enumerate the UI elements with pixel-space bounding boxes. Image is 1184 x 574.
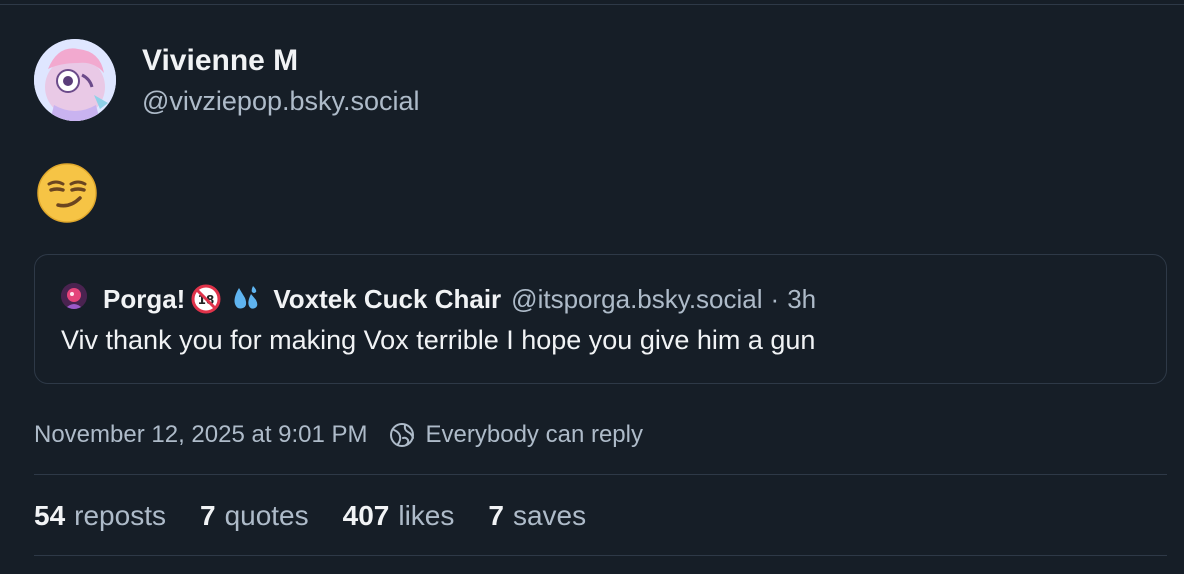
quoted-post-time[interactable]: 3h <box>787 284 816 315</box>
quoted-author-handle[interactable]: @itsporga.bsky.social <box>511 284 762 315</box>
stats-divider <box>34 555 1167 556</box>
smirking-face-icon <box>37 163 97 223</box>
quotes-label: quotes <box>224 500 309 531</box>
quoted-author-avatar[interactable] <box>61 283 87 309</box>
meta-divider <box>34 474 1167 475</box>
reposts-stat[interactable]: 54 reposts <box>34 500 166 532</box>
reposts-count: 54 <box>34 500 66 531</box>
quoted-post-card[interactable]: Porga! 18 Voxtek Cuck Chair @itsporga.bs… <box>34 254 1167 384</box>
quotes-stat[interactable]: 7 quotes <box>200 500 309 532</box>
post-timestamp: November 12, 2025 at 9:01 PM <box>34 421 368 448</box>
quoted-post-header: Porga! 18 Voxtek Cuck Chair @itsporga.bs… <box>103 283 816 315</box>
reply-settings-label: Everybody can reply <box>425 421 643 448</box>
author-handle[interactable]: @vivziepop.bsky.social <box>142 86 420 117</box>
globe-icon <box>389 423 414 447</box>
quoted-author-display-name-rest[interactable]: Voxtek Cuck Chair <box>273 284 501 315</box>
post-body <box>36 162 106 223</box>
quotes-count: 7 <box>199 500 216 531</box>
engagement-stats: 54 reposts 7 quotes 407 likes 7 saves <box>34 497 620 535</box>
post-meta: November 12, 2025 at 9:01 PM Everybody c… <box>34 418 643 452</box>
no-one-under-eighteen-icon: 18 <box>191 284 221 314</box>
post-thread-item: Vivienne M @vivziepop.bsky.social Porga! <box>0 0 1184 574</box>
reposts-label: reposts <box>74 500 166 531</box>
separator-dot: · <box>770 283 780 314</box>
saves-count: 7 <box>488 500 504 531</box>
avatar[interactable] <box>34 39 116 121</box>
avatar-illustration-icon <box>34 39 116 121</box>
saves-stat[interactable]: 7 saves <box>488 500 586 532</box>
quoted-author-name[interactable]: Porga! <box>103 284 185 315</box>
likes-label: likes <box>398 500 455 531</box>
quoted-post-text: Viv thank you for making Vox terrible I … <box>61 325 816 355</box>
avatar-illustration-icon <box>61 283 87 309</box>
reply-settings-button[interactable]: Everybody can reply <box>388 421 643 449</box>
likes-count: 407 <box>342 500 390 531</box>
saves-label: saves <box>512 500 587 531</box>
likes-stat[interactable]: 407 likes <box>343 500 455 532</box>
sweat-droplets-icon <box>234 286 258 309</box>
author-name[interactable]: Vivienne M <box>142 44 298 78</box>
